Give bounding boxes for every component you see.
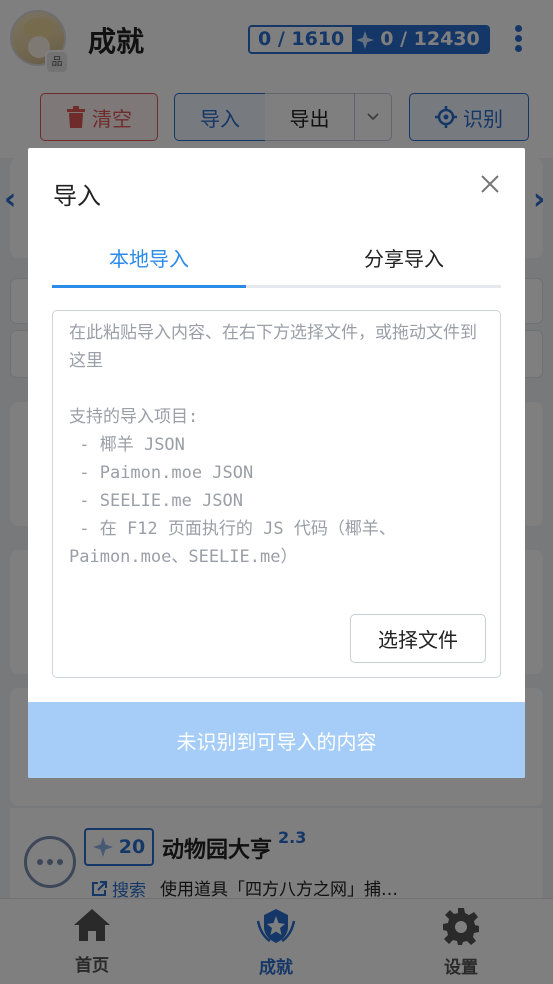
choose-file-button[interactable]: 选择文件 <box>350 614 486 663</box>
import-dialog: 导入 本地导入 分享导入 选择文件 未识别到可导入的内容 <box>28 148 525 778</box>
tab-share-import[interactable]: 分享导入 <box>307 236 501 286</box>
close-icon[interactable] <box>476 170 504 198</box>
tab-local-import[interactable]: 本地导入 <box>52 236 246 286</box>
confirm-import-button[interactable]: 未识别到可导入的内容 <box>28 702 525 778</box>
dialog-title: 导入 <box>53 182 101 210</box>
active-tab-indicator <box>52 285 246 288</box>
import-tabs: 本地导入 分享导入 <box>52 236 501 288</box>
